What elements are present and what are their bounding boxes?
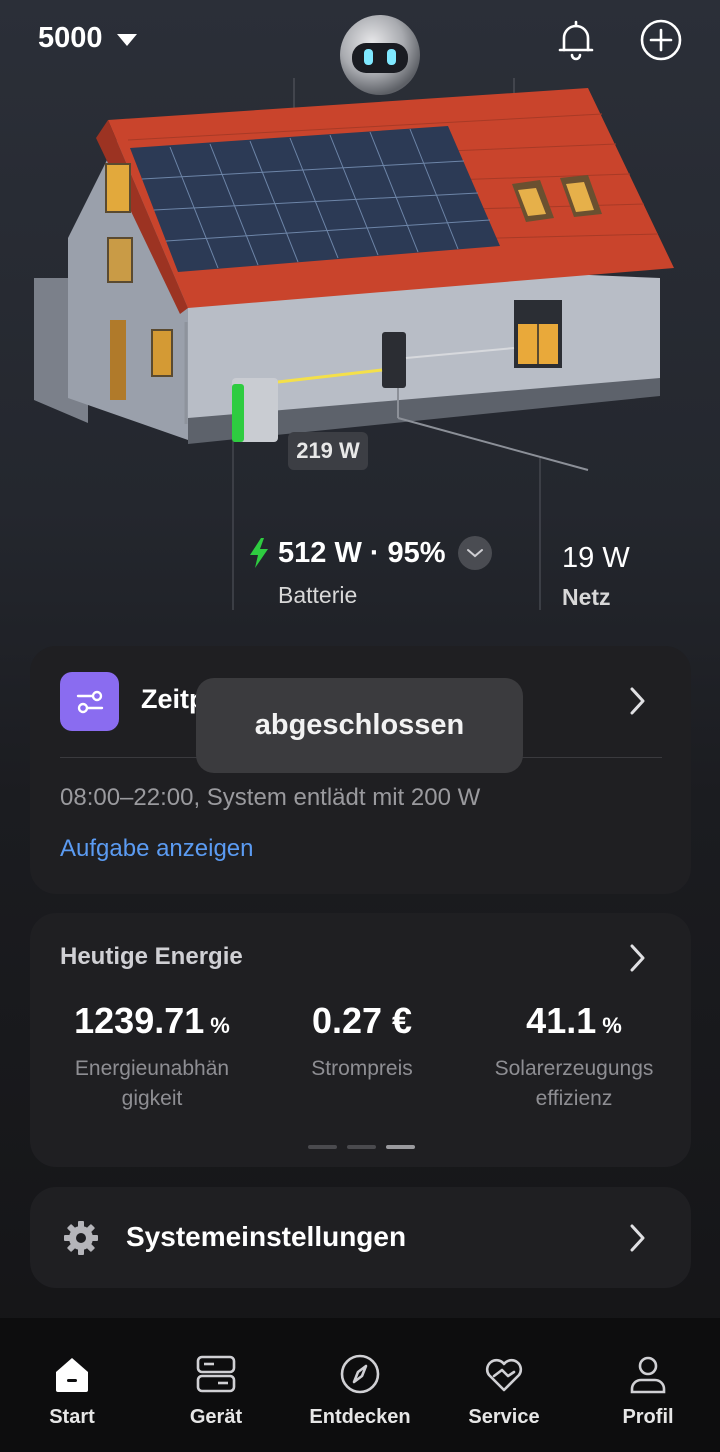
stat-unit: % (602, 1013, 622, 1038)
nav-label: Gerät (189, 1406, 243, 1428)
battery-separator: · (369, 536, 380, 569)
stat-label: effizienz (535, 1087, 613, 1110)
sliders-icon (60, 672, 119, 731)
battery-soc-value: 95% (387, 536, 446, 569)
view-task-link[interactable]: Aufgabe anzeigen (60, 835, 254, 863)
plus-circle-icon[interactable] (638, 17, 684, 63)
page-indicator (308, 1145, 415, 1149)
page-dot[interactable] (347, 1145, 376, 1149)
nav-label: Profil (622, 1406, 674, 1428)
stat-energy-independence: 1239.71% Energieunabhän gigkeit (52, 1000, 252, 1114)
toast-message: abgeschlossen (196, 678, 523, 773)
today-energy-title: Heutige Energie (60, 943, 243, 970)
stat-label: gigkeit (121, 1087, 183, 1110)
bell-icon[interactable] (554, 18, 598, 62)
nav-label: Start (49, 1406, 95, 1428)
system-settings-title: Systemeinstellungen (126, 1221, 407, 1252)
gear-icon (64, 1221, 98, 1255)
nav-device[interactable]: Gerät (161, 1352, 271, 1429)
battery-power-value: 512 W (278, 536, 362, 569)
device-selector[interactable]: 5000 (38, 22, 137, 55)
nav-label: Service (468, 1406, 540, 1428)
page-dot[interactable] (308, 1145, 337, 1149)
nav-label: Entdecken (309, 1406, 411, 1428)
chevron-right-icon[interactable] (628, 943, 646, 973)
nav-start[interactable]: Start (17, 1352, 127, 1429)
grid-label: Netz (562, 584, 611, 610)
stat-value: 1239.71 (74, 1000, 205, 1041)
nav-discover[interactable]: Entdecken (305, 1352, 415, 1429)
chevron-right-icon[interactable] (628, 1223, 646, 1253)
device-name: 5000 (38, 22, 103, 54)
chevron-down-icon[interactable] (457, 536, 492, 570)
device-icon (196, 1355, 236, 1393)
compass-icon (340, 1354, 380, 1394)
stat-electricity-price: 0.27 € Strompreis (262, 1000, 462, 1084)
nav-service[interactable]: Service (449, 1352, 559, 1429)
battery-label: Batterie (278, 582, 358, 608)
page-dot-active[interactable] (386, 1145, 415, 1149)
profile-icon (630, 1356, 666, 1394)
home-icon (56, 1358, 88, 1392)
battery-status[interactable]: 512 W · 95% (248, 536, 492, 570)
stat-label: Energieunabhän (74, 1057, 230, 1080)
stat-label: Solarerzeugungs (494, 1057, 654, 1080)
lightning-icon (250, 538, 268, 568)
stat-value: 0.27 € (311, 1000, 413, 1041)
schedule-description: 08:00–22:00, System entlädt mit 200 W (60, 784, 481, 811)
stat-solar-efficiency: 41.1% Solarerzeugungs effizienz (474, 1000, 674, 1114)
stat-label: Strompreis (311, 1057, 413, 1080)
stat-value: 41.1 (526, 1000, 597, 1041)
chevron-right-icon[interactable] (628, 686, 646, 716)
nav-profile[interactable]: Profil (593, 1352, 703, 1429)
stat-unit: % (210, 1013, 230, 1038)
chevron-down-icon (116, 33, 137, 46)
service-heart-icon (485, 1358, 523, 1392)
grid-power-value: 19 W (562, 542, 630, 574)
pv-power-label: 219 W (288, 432, 368, 470)
